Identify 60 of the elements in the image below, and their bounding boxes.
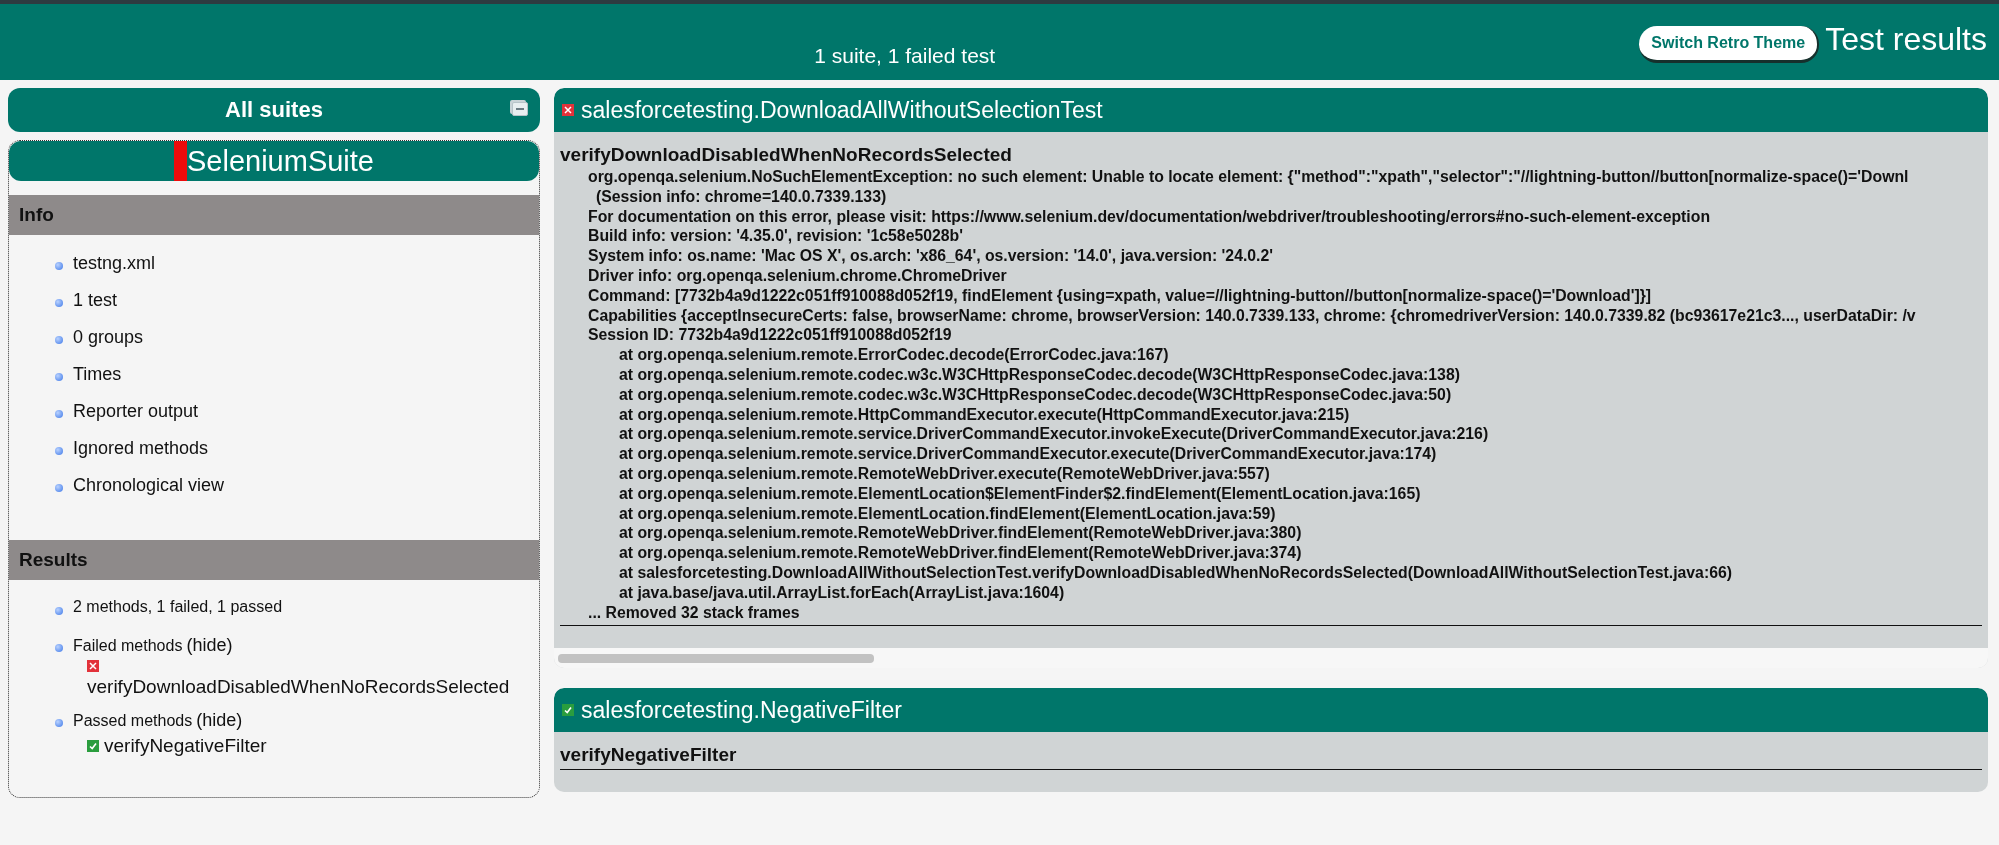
stack-trace-line: at org.openqa.selenium.remote.service.DriverCommandExecutor.execute(DriverCommandExecutor.java:174) (619, 444, 1437, 464)
results-summary: 2 methods, 1 failed, 1 passed (73, 598, 283, 616)
sidebar-link[interactable]: Times (73, 364, 122, 385)
hide-link[interactable]: (hide) (186, 635, 233, 656)
bullet-icon (55, 262, 63, 270)
stack-trace-line: at org.openqa.selenium.remote.HttpCommandExecutor.execute(HttpCommandExecutor.java:215) (619, 404, 1350, 425)
stack-trace-line: Session ID: 7732b4a9d1222c051ff910088d052f19 (588, 325, 952, 346)
sidebar-link[interactable]: Chronological view (73, 475, 225, 496)
method-link[interactable]: verifyNegativeFilter (104, 735, 267, 757)
group-label: Failed methods (73, 637, 183, 655)
method-name: verifyDownloadDisabledWhenNoRecordsSelected (560, 144, 1013, 166)
stack-trace-line: at org.openqa.selenium.remote.service.DriverCommandExecutor.invokeExecute(DriverCommandExecutor.java:216) (619, 424, 1489, 445)
stack-trace-line: Capabilities {acceptInsecureCerts: false, browserName: chrome, browserVersion: 140.0.7339.133, chrome: {chromedriverVersion: 140.0.7339.82 (bc93617e21c3..., userDataDir: /v (588, 305, 1916, 326)
stack-trace-line: (Session info: chrome=140.0.7339.133) (596, 186, 887, 207)
stack-trace-line: System info: os.name: 'Mac OS X', os.arch: 'x86_64', os.version: '14.0', java.version: '24.0.2' (588, 246, 1274, 266)
stack-trace-line: Command: [7732b4a9d1222c051ff910088d052f19, findElement {using=xpath, value=//lightning-button//button[normalize-space()='Download']}] (588, 285, 1652, 306)
method-link[interactable]: verifyDownloadDisabledWhenNoRecordsSelected (87, 676, 510, 698)
stack-trace-line: at org.openqa.selenium.remote.ErrorCodec.decode(ErrorCodec.java:167) (619, 345, 1169, 365)
run-summary: 1 suite, 1 failed test (813, 43, 997, 68)
stack-trace-line: org.openqa.selenium.NoSuchElementException: no such element: Unable to locate element: {"method":"xpath","selector":"//lightning-button//button[normalize-space()='Downl (588, 167, 1909, 187)
stack-trace-line: at org.openqa.selenium.remote.RemoteWebDriver.execute(RemoteWebDriver.java:557) (619, 463, 1270, 484)
all-suites-title: All suites (225, 97, 323, 123)
bullet-icon (55, 607, 63, 615)
stack-trace-line: ... Removed 32 stack frames (588, 602, 800, 623)
bullet-icon (55, 299, 63, 307)
sidebar-link[interactable]: Reporter output (73, 401, 199, 422)
stack-trace-line: at org.openqa.selenium.remote.RemoteWebDriver.findElement(RemoteWebDriver.java:374) (619, 543, 1302, 563)
stack-trace-line: Driver info: org.openqa.selenium.chrome.ChromeDriver (588, 266, 1007, 286)
page-title: Test results (1824, 20, 1988, 58)
stack-trace-line: at java.base/java.util.ArrayList.forEach(ArrayList.java:1604) (619, 582, 1065, 603)
section-header: Info (9, 195, 539, 235)
sidebar-link[interactable]: Ignored methods (73, 438, 209, 459)
hide-link[interactable]: (hide) (196, 710, 243, 731)
stack-trace-line: Build info: version: '4.35.0', revision: '1c58e5028b' (588, 226, 963, 247)
stack-trace-line: at salesforcetesting.DownloadAllWithoutSelectionTest.verifyDownloadDisabledWhenNoRecordsSelected(DownloadAllWithoutSelectionTest.java:66) (619, 562, 1732, 583)
sidebar-link[interactable]: testng.xml (73, 253, 156, 274)
bullet-icon (55, 719, 63, 727)
bullet-icon (55, 336, 63, 344)
section-header: Results (9, 540, 539, 580)
sidebar-link[interactable]: 1 test (73, 290, 118, 311)
bullet-icon (55, 410, 63, 418)
stack-trace-line: at org.openqa.selenium.remote.codec.w3c.W3CHttpResponseCodec.decode(W3CHttpResponseCodec.java:50) (619, 384, 1452, 405)
bullet-icon (55, 644, 63, 652)
test-class-name: salesforcetesting.NegativeFilter (581, 696, 902, 724)
sidebar-link[interactable]: 0 groups (73, 327, 144, 348)
stack-trace-line: at org.openqa.selenium.remote.RemoteWebDriver.findElement(RemoteWebDriver.java:380) (619, 523, 1302, 544)
stack-trace-line: at org.openqa.selenium.remote.codec.w3c.W3CHttpResponseCodec.decode(W3CHttpResponseCodec.java:138) (619, 364, 1460, 385)
suite-header[interactable]: SeleniumSuite (9, 141, 539, 181)
bullet-icon (55, 484, 63, 492)
switch-theme-button[interactable]: Switch Retro Theme (1639, 26, 1820, 63)
group-label: Passed methods (73, 712, 193, 730)
method-name: verifyNegativeFilter (560, 744, 738, 767)
suite-name: SeleniumSuite (187, 144, 374, 178)
stack-trace-line: at org.openqa.selenium.remote.ElementLocation.findElement(ElementLocation.java:59) (619, 503, 1276, 524)
collapse-icon[interactable] (512, 102, 528, 116)
bullet-icon (55, 447, 63, 455)
bullet-icon (55, 373, 63, 381)
stack-trace-line: For documentation on this error, please visit: https://www.selenium.dev/documentation/webdriver/troubleshooting/errors#no-such-element-exception (588, 206, 1711, 227)
test-class-name: salesforcetesting.DownloadAllWithoutSelectionTest (581, 96, 1103, 124)
stack-trace-line: at org.openqa.selenium.remote.ElementLocation$ElementFinder$2.findElement(ElementLocation.java:165) (619, 483, 1421, 504)
